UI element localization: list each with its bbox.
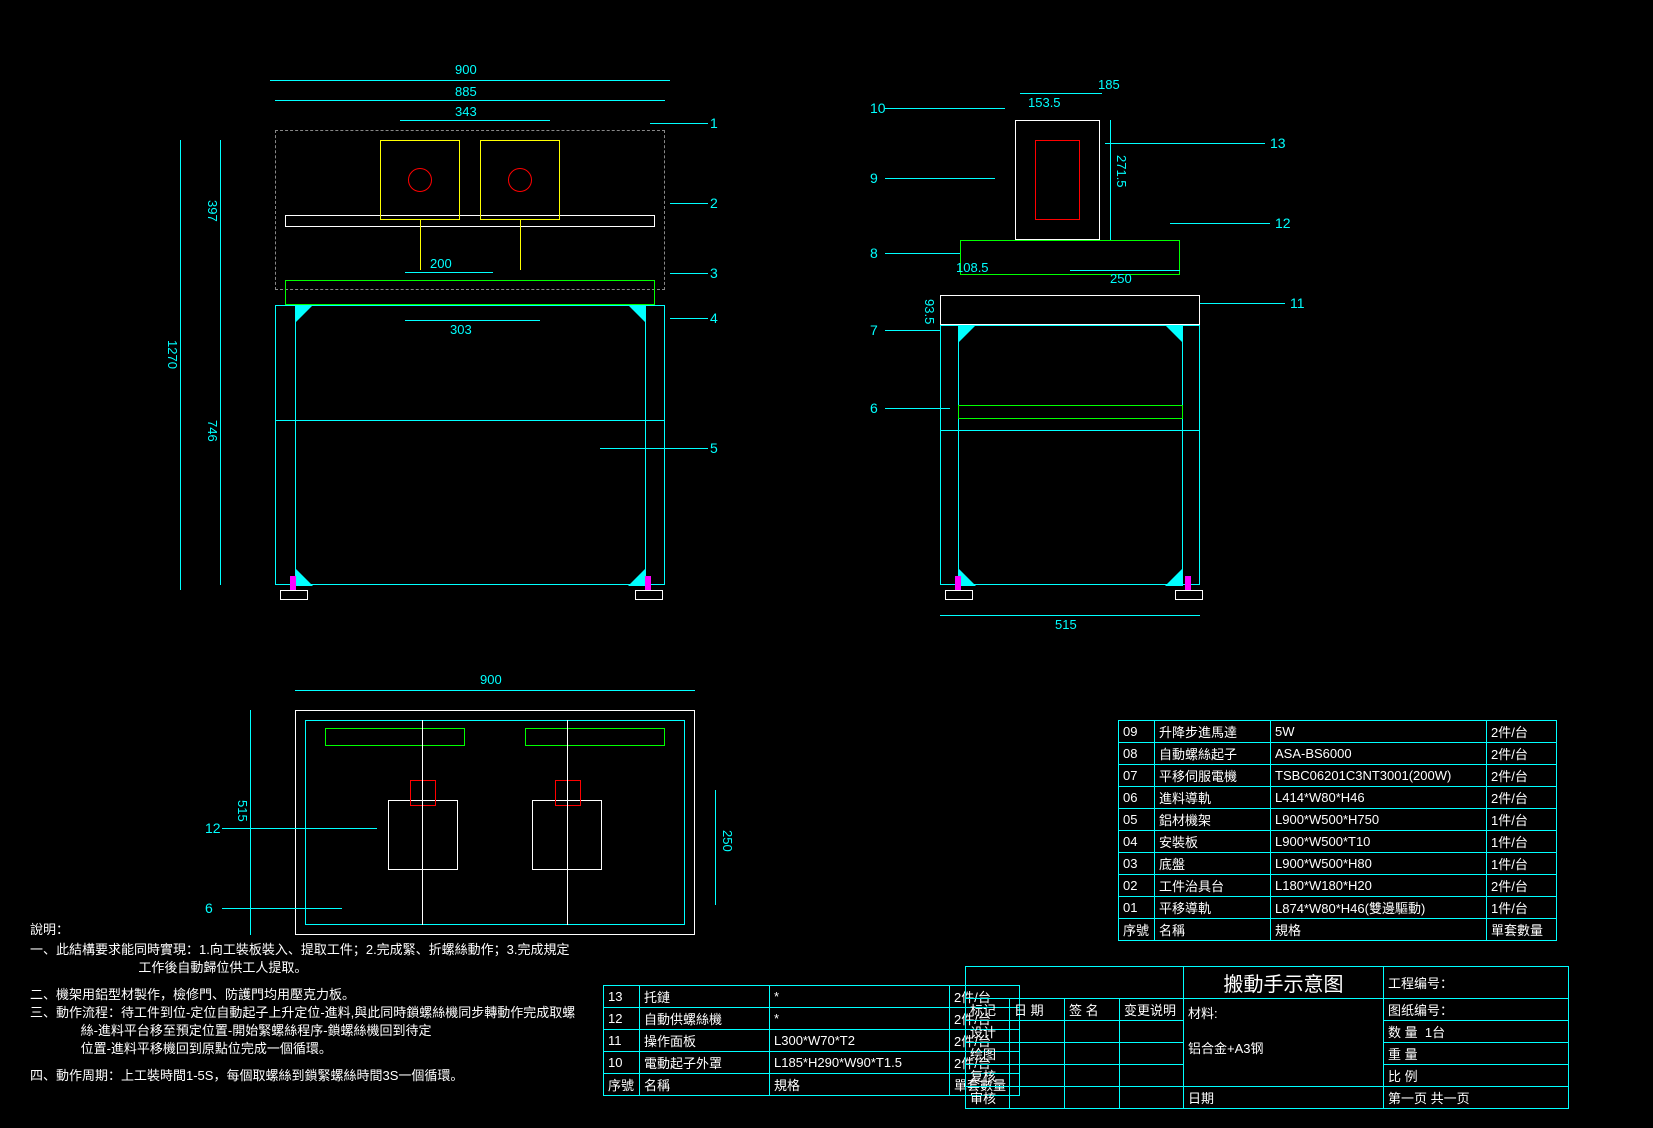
tb-design: 设计 [966,1021,1010,1043]
notes-1: 一、此結構要求能同時實現：1.向工裝板裝入、提取工件；2.完成緊、折螺絲動作；3… [30,940,570,960]
tb-material-lbl: 材料: [1188,1003,1379,1022]
tb-draw: 绘图 [966,1043,1010,1065]
balloon-12: 12 [1275,215,1291,231]
tb-mark: 标记 [966,999,1010,1021]
drawing-no-label: 图纸编号： [1384,999,1569,1021]
balloon-4: 4 [710,310,718,326]
dim-885: 885 [455,84,477,99]
tb-date: 日 期 [1010,999,1065,1021]
notes-heading: 說明： [30,920,69,940]
front-view: 900 885 343 200 303 1270 397 746 [260,80,720,610]
balloon-6: 6 [870,400,878,416]
tb-page: 第一页 共一页 [1384,1087,1569,1109]
tb-date-lbl: 日期 [1184,1087,1384,1109]
balloon-6-plan: 6 [205,900,213,916]
bom-lower-table: 13托鏈*2件/台 12自動供螺絲機*2件/台 11操作面板L300*W70*T… [603,985,1020,1096]
dim-343: 343 [455,104,477,119]
tb-change: 变更说明 [1120,999,1184,1021]
bom-l-no: 13 [604,986,640,1008]
title-block: 搬動手示意图 工程编号： 标记 日 期 签 名 变更说明 材料: 铝合金+A3钢… [965,966,1569,1109]
notes-3c: 位置-進料平移機回到原點位完成一個循環。 [30,1039,332,1059]
balloon-7: 7 [870,322,878,338]
balloon-1: 1 [710,115,718,131]
dim-153p5: 153.5 [1028,95,1061,110]
project-no-label: 工程编号： [1384,967,1569,999]
tb-qty-lbl: 数 量 [1388,1025,1418,1040]
side-view: 185 153.5 271.5 108.5 250 93.5 515 [900,85,1260,615]
dim-271p5: 271.5 [1114,155,1129,188]
bom-l-hdr-no: 序號 [604,1074,640,1096]
dim-185: 185 [1098,77,1120,92]
tb-qty-val: 1台 [1425,1025,1445,1040]
bom-l-name: 托鏈 [640,986,770,1008]
balloon-10: 10 [870,100,886,116]
balloon-5: 5 [710,440,718,456]
dim-515-base: 515 [1055,617,1077,632]
tb-sign: 签 名 [1065,999,1120,1021]
dim-1270: 1270 [165,340,180,369]
dim-250: 250 [1110,271,1132,286]
notes-1b: 工作後自動歸位供工人提取。 [30,958,307,978]
notes-4: 四、動作周期：上工裝時間1-5S，每個取螺絲到鎖緊螺絲時間3S一個循環。 [30,1066,463,1086]
dim-397: 397 [205,200,220,222]
dim-93p5: 93.5 [922,299,937,324]
dim-746: 746 [205,420,220,442]
dim-250-plan: 250 [720,830,735,852]
dim-108p5: 108.5 [956,260,989,275]
bom-upper-table: 09升降步進馬達5W2件/台 08自動螺絲起子ASA-BS60002件/台 07… [1118,720,1557,941]
balloon-11: 11 [1290,295,1305,311]
dim-900-plan: 900 [480,672,502,687]
dim-515-plan: 515 [235,800,250,822]
balloon-9: 9 [870,170,878,186]
notes-3: 三、動作流程：待工件到位-定位自動起子上升定位-進料,與此同時鎖螺絲機同步轉動作… [30,1003,575,1023]
bom-u-hdr-no: 序號 [1119,919,1155,941]
balloon-2: 2 [710,195,718,211]
drawing-title: 搬動手示意图 [1224,974,1344,996]
balloon-3: 3 [710,265,718,281]
tb-weight-lbl: 重 量 [1384,1043,1569,1065]
top-view: 900 515 250 [280,700,710,980]
balloon-12-plan: 12 [205,820,221,836]
tb-scale-lbl: 比 例 [1384,1065,1569,1087]
dim-200: 200 [430,256,452,271]
notes-3b: 絲-進料平台移至預定位置-開始緊螺絲程序-鎖螺絲機回到待定 [30,1021,432,1041]
balloon-13: 13 [1270,135,1286,151]
bom-l-spec: * [770,986,950,1008]
balloon-8: 8 [870,245,878,261]
dim-900-top: 900 [455,62,477,77]
tb-review: 复核 [966,1065,1010,1087]
notes-2: 二、機架用鋁型材製作，檢修門、防護門均用壓克力板。 [30,985,355,1005]
tb-material-val: 铝合金+A3钢 [1188,1038,1379,1057]
tb-audit: 审核 [966,1087,1010,1109]
